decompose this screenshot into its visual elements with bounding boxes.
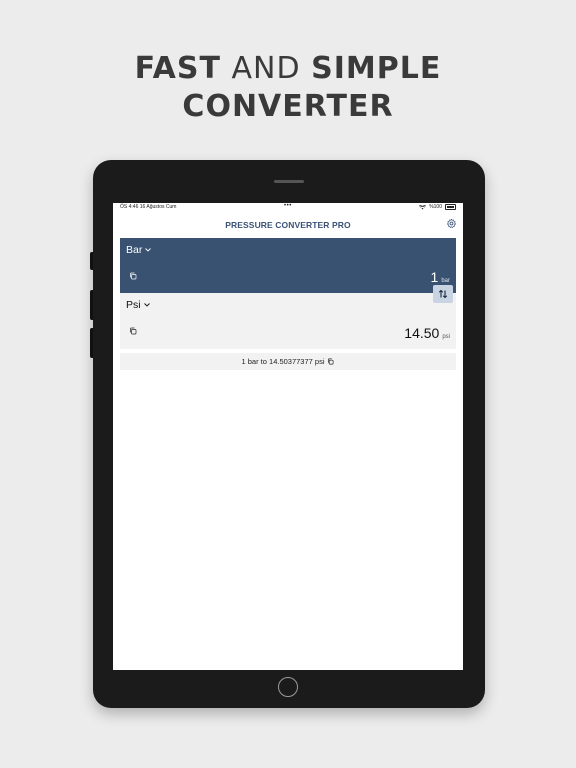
from-unit-dropdown[interactable]: Bar [126,244,152,256]
to-unit-dropdown[interactable]: Psi [126,299,150,311]
status-time-date: ÖS 4:46 16 Ağustos Cum [120,204,177,210]
headline-word-converter: CONVERTER [182,89,394,124]
to-value-display[interactable]: 14.50 psi [404,325,450,341]
swap-units-button[interactable] [433,285,453,303]
nav-bar: PRESSURE CONVERTER PRO [113,215,463,235]
side-button-volume-down [90,328,93,358]
side-button-mute [90,252,93,270]
chevron-down-icon [145,248,152,252]
chevron-down-icon [143,303,150,307]
headline-word-and: AND [231,51,301,86]
gear-icon[interactable] [446,218,457,229]
app-screen: ÖS 4:46 16 Ağustos Cum ••• %100 PRESSURE… [113,203,463,670]
tablet-speaker [274,180,304,183]
copy-icon[interactable] [129,272,137,280]
copy-icon[interactable] [129,327,137,335]
status-bar: ÖS 4:46 16 Ağustos Cum ••• %100 [113,203,463,211]
to-value: 14.50 [404,325,440,341]
headline-word-fast: FAST [134,51,221,86]
to-unit-abbr: psi [442,334,450,340]
from-value: 1 [430,269,439,285]
conversion-result-bar[interactable]: 1 bar to 14.50377377 psi [120,353,456,370]
promo-headline: FAST AND SIMPLE CONVERTER [0,50,576,126]
from-unit-label: Bar [126,244,143,256]
conversion-result-text: 1 bar to 14.50377377 psi [241,357,325,366]
from-unit-card: Bar 1 bar [120,238,456,293]
multitask-dots[interactable]: ••• [284,203,292,209]
status-right: %100 [419,204,456,210]
battery-percent: %100 [429,204,442,210]
from-value-display[interactable]: 1 bar [431,269,450,285]
to-unit-card: Psi 14.50 psi [120,293,456,349]
swap-vertical-icon [438,289,448,299]
headline-line-2: CONVERTER [0,88,576,126]
app-title: PRESSURE CONVERTER PRO [225,220,351,230]
tablet-frame: ÖS 4:46 16 Ağustos Cum ••• %100 PRESSURE… [90,160,485,708]
side-button-volume-up [90,290,93,320]
headline-line-1: FAST AND SIMPLE [0,50,576,88]
battery-icon [445,204,456,210]
headline-word-simple: SIMPLE [311,51,442,86]
copy-icon[interactable] [327,358,334,365]
wifi-icon [419,204,427,209]
to-unit-label: Psi [126,299,141,311]
from-unit-abbr: bar [441,278,450,284]
home-button[interactable] [278,677,298,697]
